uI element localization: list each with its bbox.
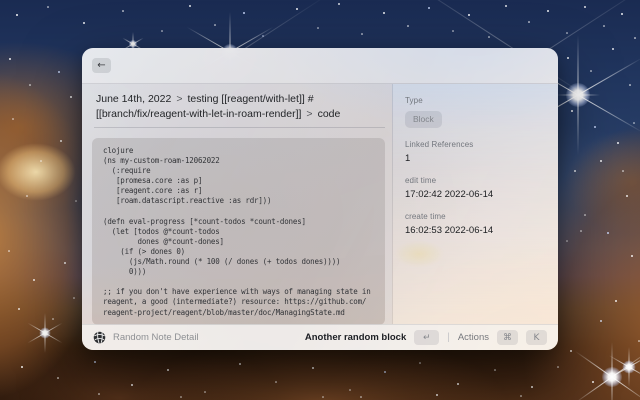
breadcrumb-code[interactable]: code	[318, 108, 341, 120]
globe-logo-icon	[93, 331, 106, 344]
details-sidebar: Type Block Linked References 1 edit time…	[392, 84, 558, 324]
dialog-header: ←	[82, 48, 558, 84]
type-badge: Block	[405, 111, 442, 128]
actions-button[interactable]: Actions	[458, 332, 489, 343]
star-field-dim	[0, 0, 2, 2]
main-column: June 14th, 2022>testing [[reagent/with-l…	[82, 84, 392, 324]
breadcrumb-separator: >	[176, 93, 182, 105]
footer-left: Random Note Detail	[93, 331, 199, 344]
dialog-body: June 14th, 2022>testing [[reagent/with-l…	[82, 84, 558, 324]
breadcrumb-separator: >	[306, 108, 312, 120]
edit-time-value: 17:02:42 2022-06-14	[405, 189, 546, 200]
command-key-badge: ⌘	[497, 330, 518, 345]
linked-references-label: Linked References	[405, 140, 546, 149]
breadcrumb: June 14th, 2022>testing [[reagent/with-l…	[96, 92, 386, 121]
app-name: Random Note Detail	[113, 332, 199, 343]
edit-time-label: edit time	[405, 176, 546, 185]
breadcrumb-date[interactable]: June 14th, 2022	[96, 93, 171, 105]
linked-references-value: 1	[405, 153, 546, 164]
footer-divider: |	[447, 332, 450, 343]
nebula-wallpaper: ← June 14th, 2022>testing [[reagent/with…	[0, 0, 640, 400]
k-key-badge: K	[526, 330, 547, 345]
footer-right: Another random block ↵ | Actions ⌘ K	[305, 330, 547, 345]
breadcrumb-divider	[94, 127, 385, 128]
create-time-label: create time	[405, 212, 546, 221]
type-label: Type	[405, 96, 546, 105]
another-random-block-button[interactable]: Another random block	[305, 332, 406, 343]
create-time-value: 16:02:53 2022-06-14	[405, 225, 546, 236]
back-button[interactable]: ←	[92, 58, 111, 73]
enter-key-badge: ↵	[414, 330, 439, 345]
code-block[interactable]: clojure (ns my-custom-roam-12062022 (:re…	[92, 138, 385, 325]
dialog-footer: Random Note Detail Another random block …	[82, 324, 558, 350]
random-note-dialog: ← June 14th, 2022>testing [[reagent/with…	[82, 48, 558, 350]
